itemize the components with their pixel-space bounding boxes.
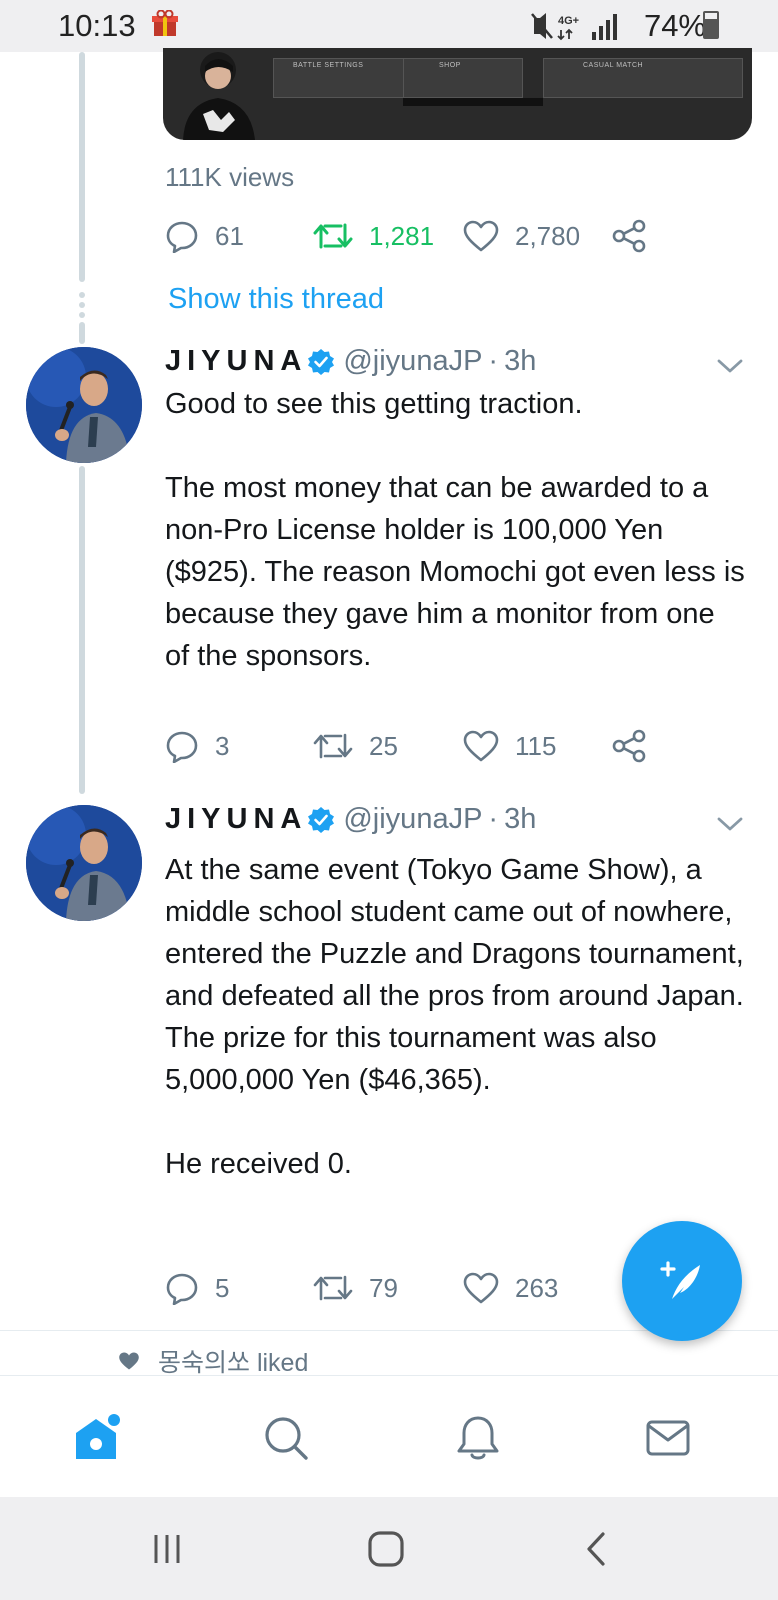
thread-gap-dots (79, 292, 85, 322)
reply-button[interactable]: 61 (165, 216, 244, 256)
reply-button[interactable]: 5 (165, 1268, 229, 1308)
chevron-down-icon[interactable] (716, 814, 744, 834)
like-icon (463, 220, 499, 252)
back-button[interactable] (574, 1527, 618, 1571)
verified-badge-icon (308, 806, 335, 833)
retweet-icon (313, 733, 353, 759)
battery-percent: 74% (643, 8, 706, 43)
back-icon (587, 1532, 605, 1566)
separator: · (488, 345, 499, 377)
liked-notice-text: 몽숙의쏘 liked (158, 1349, 309, 1377)
media-bar (403, 98, 543, 106)
reply-count: 5 (215, 1272, 230, 1303)
gift-icon (152, 10, 178, 36)
tweet-media-video[interactable]: BATTLE SETTINGS SHOP CASUAL MATCH (163, 48, 752, 140)
nav-messages[interactable] (640, 1410, 696, 1466)
share-icon (612, 219, 646, 253)
author-name[interactable]: JIYUNA (165, 345, 307, 378)
media-menu-text: BATTLE SETTINGS (293, 62, 364, 69)
liked-notice[interactable]: 몽숙의쏘 liked (118, 1346, 309, 1377)
like-count: 115 (515, 730, 557, 761)
tweet-actions: 61 1,281 2,780 (165, 216, 665, 256)
like-button[interactable]: 115 (463, 726, 556, 766)
tweet-text: At the same event (Tokyo Game Show), a m… (165, 854, 744, 1180)
signal-icons: 4G+ (531, 13, 617, 41)
messages-icon (646, 1420, 690, 1456)
nav-search[interactable] (258, 1410, 314, 1466)
author-handle[interactable]: @jiyunaJP (343, 345, 482, 378)
status-bar: 10:13 4G+ 74% (0, 0, 778, 52)
compose-icon (660, 1261, 700, 1299)
tweet-header: JIYUNA @jiyunaJP · 3h (165, 803, 536, 836)
tweet-actions: 3 25 115 (165, 726, 665, 766)
thread-line-top (79, 52, 85, 282)
reply-button[interactable]: 3 (165, 726, 229, 766)
home-button-icon (368, 1531, 404, 1567)
tweet-time: 3h (504, 803, 537, 835)
retweet-count: 79 (369, 1272, 398, 1303)
search-icon (265, 1417, 308, 1460)
show-thread-link[interactable]: Show this thread (168, 283, 384, 316)
media-menu-text: CASUAL MATCH (583, 62, 644, 69)
bottom-navigation (0, 1375, 778, 1497)
author-handle[interactable]: @jiyunaJP (343, 803, 482, 836)
home-button[interactable] (364, 1527, 408, 1571)
home-icon (76, 1414, 120, 1459)
view-count: 111K views (165, 162, 295, 192)
retweet-button[interactable]: 79 (313, 1268, 398, 1308)
avatar-image (26, 347, 142, 463)
separator: · (488, 803, 499, 835)
tweet-time: 3h (504, 345, 537, 377)
retweet-count: 25 (369, 730, 398, 761)
recents-button[interactable] (145, 1527, 189, 1571)
network-label: 4G+ (558, 15, 579, 27)
status-time: 10:13 (58, 8, 136, 43)
like-count: 2,780 (515, 220, 581, 251)
system-navigation-bar (0, 1497, 778, 1600)
retweet-icon (313, 1275, 353, 1301)
share-button[interactable] (611, 726, 663, 766)
avatar[interactable] (26, 347, 142, 463)
chevron-down-icon[interactable] (716, 356, 744, 376)
avatar[interactable] (26, 805, 142, 921)
tweet-header: JIYUNA @jiyunaJP · 3h (165, 345, 536, 378)
reply-icon (166, 221, 198, 253)
retweet-button[interactable]: 1,281 (313, 216, 434, 256)
share-icon (612, 729, 646, 763)
nav-home[interactable] (70, 1410, 126, 1466)
notifications-icon (457, 1416, 499, 1460)
reply-count: 3 (215, 730, 230, 761)
tweet-actions: 5 79 263 (165, 1268, 665, 1308)
retweet-count: 1,281 (369, 220, 435, 251)
media-menu-text: SHOP (439, 62, 461, 69)
like-button[interactable]: 2,780 (463, 216, 580, 256)
like-icon (463, 730, 499, 762)
compose-tweet-button[interactable] (622, 1221, 742, 1341)
like-count: 263 (515, 1272, 559, 1303)
avatar-image (26, 805, 142, 921)
media-panel (403, 58, 523, 98)
reply-count: 61 (215, 220, 244, 251)
thread-line-tweet1 (79, 466, 85, 794)
reply-icon (166, 731, 198, 763)
recents-icon (154, 1535, 180, 1563)
like-button[interactable]: 263 (463, 1268, 558, 1308)
heart-filled-icon (119, 1352, 139, 1370)
thread-line-connector (79, 322, 85, 344)
like-icon (463, 1272, 499, 1304)
author-name[interactable]: JIYUNA (165, 803, 307, 836)
media-person (183, 52, 255, 140)
battery-icon (703, 11, 719, 39)
nav-notifications[interactable] (450, 1410, 506, 1466)
verified-badge-icon (308, 348, 335, 375)
share-button[interactable] (611, 216, 663, 256)
retweet-icon (313, 223, 353, 249)
reply-icon (166, 1273, 198, 1305)
retweet-button[interactable]: 25 (313, 726, 398, 766)
tweet-text: Good to see this getting traction. The m… (165, 388, 745, 672)
